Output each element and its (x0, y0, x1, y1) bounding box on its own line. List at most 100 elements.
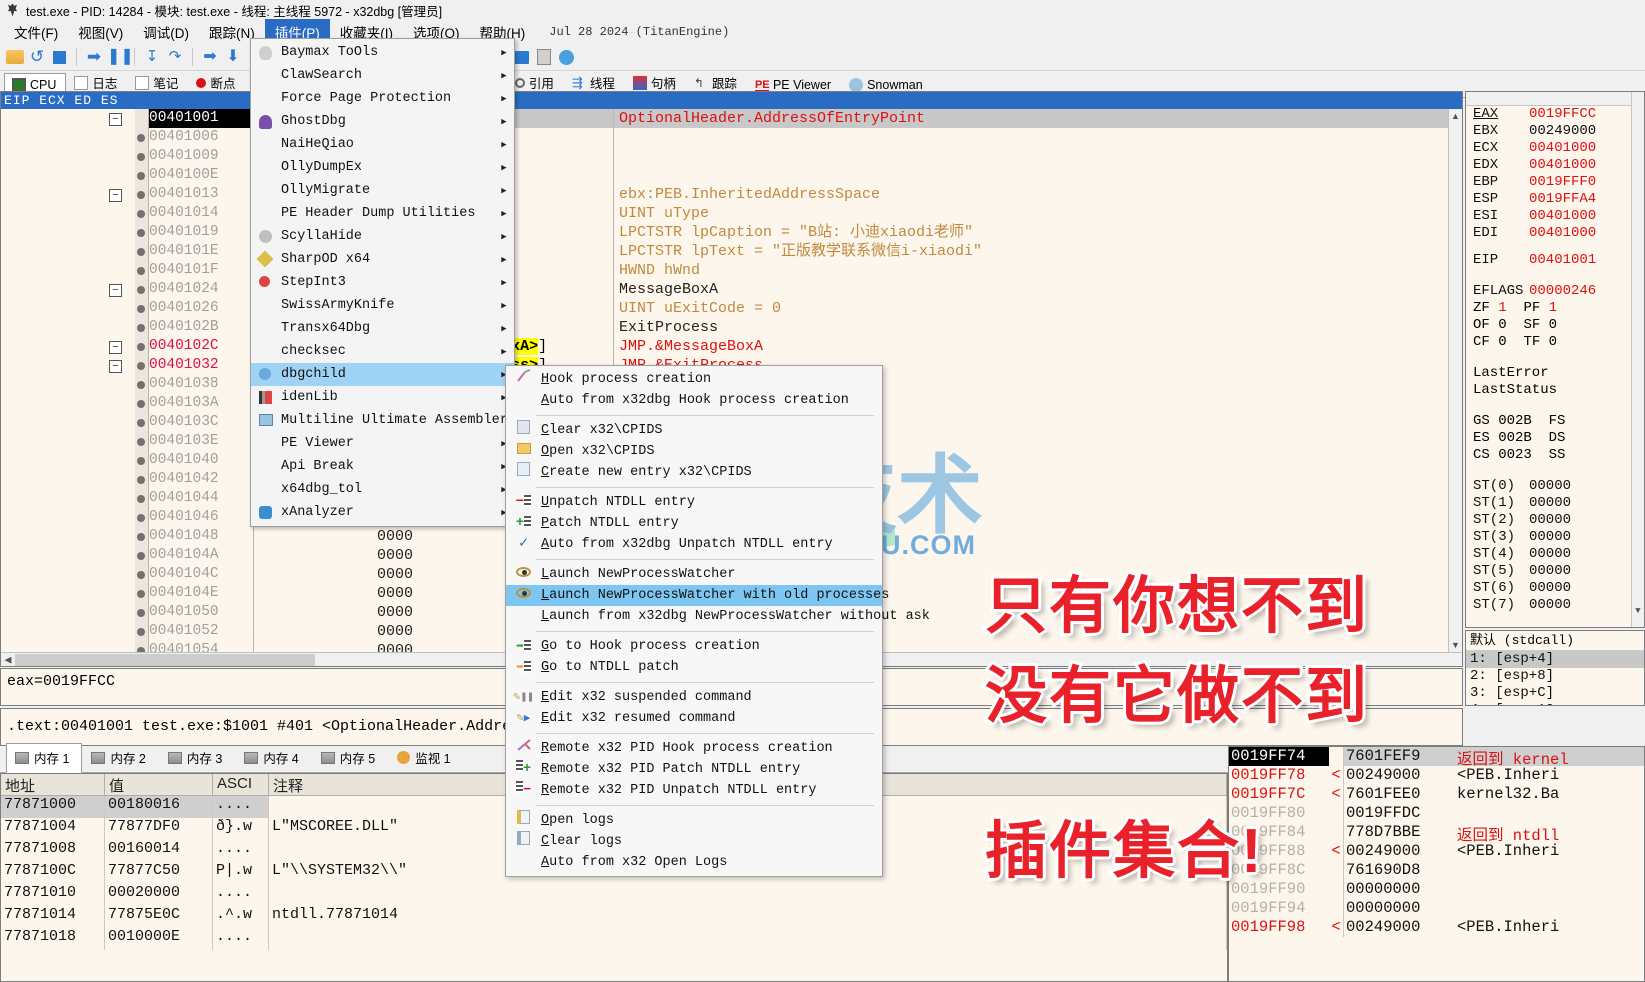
plugin-menu-item-pe-header-dump-utilities[interactable]: PE Header Dump Utilities ▶ (251, 202, 514, 225)
plugin-menu-item-clawsearch[interactable]: ClawSearch ▶ (251, 64, 514, 87)
register-value[interactable]: 0019FFCC (1529, 106, 1596, 122)
register-row[interactable]: EBX 00249000 (1466, 123, 1644, 140)
disassembly-breakpoint-dot[interactable] (135, 109, 148, 128)
open-icon[interactable] (6, 50, 24, 64)
disassembly-breakpoint-dot[interactable] (135, 223, 148, 242)
disassembly-address[interactable]: 0040101F (149, 261, 253, 280)
registers-panel[interactable]: EAX 0019FFCC EBX 00249000 ECX 00401000 EDX 0040… (1465, 91, 1645, 628)
dump-tab[interactable]: 内存 2 (82, 743, 158, 772)
disassembly-breakpoint-dot[interactable] (135, 622, 148, 641)
plugin-menu-item-naiheqiao[interactable]: NaiHeQiao ▶ (251, 133, 514, 156)
register-row[interactable]: EAX 0019FFCC (1466, 106, 1644, 123)
disassembly-breakpoint-dot[interactable] (135, 166, 148, 185)
stack-row[interactable]: 0019FF74 7601FEF9 返回到 kernel (1229, 747, 1644, 769)
register-row[interactable]: LastStatus (1466, 382, 1644, 399)
disassembly-address[interactable]: 00401032 (149, 356, 253, 375)
disassembly-address[interactable]: 0040100E (149, 166, 253, 185)
plugin-menu-item-force-page-protection[interactable]: Force Page Protection ▶ (251, 87, 514, 110)
stack-row[interactable]: 0019FF78 <00249000 <PEB.Inheri (1229, 766, 1644, 785)
register-value[interactable]: 00401001 (1529, 252, 1596, 268)
disassembly-address[interactable]: 0040104A (149, 546, 253, 565)
register-row[interactable]: EBP 0019FFF0 (1466, 174, 1644, 191)
disassembly-address[interactable]: 00401009 (149, 147, 253, 166)
call-argument-row[interactable]: 3: [esp+C] (1466, 685, 1644, 702)
fpu-register-value[interactable]: 00000 (1529, 563, 1571, 579)
disassembly-address[interactable]: 00401050 (149, 603, 253, 622)
register-row[interactable]: EIP 00401001 (1466, 252, 1644, 269)
dbgchild-menu-item-remote-x32-pid-unpatch-ntdll-entry[interactable]: − Remote x32 PID Unpatch NTDLL entry (506, 780, 882, 801)
disassembly-address[interactable]: 00401054 (149, 641, 253, 652)
register-row[interactable]: ST(2) 00000 (1466, 512, 1644, 529)
register-value[interactable]: 00401000 (1529, 140, 1596, 156)
disassembly-breakpoint-dot[interactable] (135, 318, 148, 337)
step-over-icon[interactable]: ↷ (165, 47, 185, 67)
dump-tab[interactable]: 内存 3 (159, 743, 235, 772)
disassembly-address[interactable]: 00401048 (149, 527, 253, 546)
fpu-register-value[interactable]: 00000 (1529, 495, 1571, 511)
memory-map-icon[interactable] (514, 50, 529, 64)
register-row[interactable]: CF 0 TF 0 (1466, 334, 1644, 351)
menu-view[interactable]: 视图(V) (68, 19, 133, 45)
register-value[interactable]: 00401000 (1529, 208, 1596, 224)
disassembly-breakpoint-dot[interactable] (135, 584, 148, 603)
call-argument-row[interactable]: 2: [esp+8] (1466, 668, 1644, 685)
disassembly-address[interactable]: 00401040 (149, 451, 253, 470)
plugin-menu-item-idenlib[interactable]: idenLib ▶ (251, 386, 514, 409)
register-row[interactable]: ST(3) 00000 (1466, 529, 1644, 546)
dump-tab[interactable]: 内存 5 (312, 743, 388, 772)
register-row[interactable]: ST(5) 00000 (1466, 563, 1644, 580)
dump-tab[interactable]: 监视 1 (388, 743, 463, 772)
flag-value[interactable]: 0 (1498, 334, 1506, 350)
plugin-menu-item-stepint3[interactable]: StepInt3 ▶ (251, 271, 514, 294)
execute-till-return-icon[interactable]: ➡ (200, 47, 220, 67)
register-row[interactable]: EFLAGS 00000246 (1466, 283, 1644, 300)
register-row[interactable]: ECX 00401000 (1466, 140, 1644, 157)
disassembly-address[interactable]: 00401019 (149, 223, 253, 242)
flag-value[interactable]: 1 (1549, 300, 1557, 316)
disassembly-vscrollbar[interactable]: ▲ ▼ (1448, 109, 1462, 652)
disassembly-breakpoint-dot[interactable] (135, 356, 148, 375)
plugin-menu-item-ghostdbg[interactable]: GhostDbg ▶ (251, 110, 514, 133)
dump-header-address[interactable]: 地址 (1, 774, 105, 795)
fold-minus-icon[interactable]: − (109, 284, 122, 297)
plugin-menu-item-api-break[interactable]: Api Break ▶ (251, 455, 514, 478)
stop-icon[interactable] (53, 50, 66, 64)
plugin-menu-item-sharpod-x64[interactable]: SharpOD x64 ▶ (251, 248, 514, 271)
dbgchild-menu-item-remote-x32-pid-hook-process-creation[interactable]: Remote x32 PID Hook process creation (506, 738, 882, 759)
calculator-icon[interactable] (537, 49, 551, 65)
register-row[interactable]: ST(1) 00000 (1466, 495, 1644, 512)
scroll-down-arrow[interactable]: ▼ (1635, 606, 1640, 616)
call-argument-row[interactable]: 1: [esp+4] (1466, 651, 1644, 668)
run-to-icon[interactable]: ⬇ (223, 47, 243, 67)
register-value[interactable]: 00401000 (1529, 225, 1596, 241)
flag-value[interactable]: 0 (1549, 334, 1557, 350)
dbgchild-menu-item-clear-x32-cpids[interactable]: Clear x32\CPIDS (506, 420, 882, 441)
fold-minus-icon[interactable]: − (109, 113, 122, 126)
dump-header-value[interactable]: 值 (105, 774, 213, 795)
disassembly-breakpoint-dot[interactable] (135, 413, 148, 432)
register-row[interactable]: OF 0 SF 0 (1466, 317, 1644, 334)
register-row[interactable]: GS 002B FS (1466, 413, 1644, 430)
plugin-menu-item-swissarmyknife[interactable]: SwissArmyKnife ▶ (251, 294, 514, 317)
pause-icon[interactable]: ❚❚ (107, 47, 134, 67)
dbgchild-submenu[interactable]: Hook process creation Auto from x32dbg Ho… (505, 365, 930, 877)
disassembly-address[interactable]: 00401038 (149, 375, 253, 394)
fpu-register-value[interactable]: 00000 (1529, 580, 1571, 596)
register-row[interactable]: ST(4) 00000 (1466, 546, 1644, 563)
dbgchild-menu-item-patch-ntdll-entry[interactable]: + Patch NTDLL entry (506, 513, 882, 534)
register-row[interactable]: LastError (1466, 365, 1644, 382)
plugin-menu-item-ollymigrate[interactable]: OllyMigrate ▶ (251, 179, 514, 202)
run-icon[interactable]: ➡ (84, 47, 104, 67)
dbgchild-menu-item-unpatch-ntdll-entry[interactable]: − Unpatch NTDLL entry (506, 492, 882, 513)
plugin-menu-item-transx64dbg[interactable]: Transx64Dbg ▶ (251, 317, 514, 340)
disassembly-address[interactable]: 0040102B (149, 318, 253, 337)
fpu-register-value[interactable]: 00000 (1529, 478, 1571, 494)
disassembly-breakpoint-dot[interactable] (135, 394, 148, 413)
disassembly-breakpoint-dot[interactable] (135, 185, 148, 204)
plugin-menu-item-multiline-ultimate-assembler[interactable]: Multiline Ultimate Assembler▶ (251, 409, 514, 432)
stack-row[interactable]: 0019FF8C 761690D8 (1229, 861, 1644, 880)
registers-vscrollbar[interactable]: ▼ (1631, 92, 1644, 627)
dbgchild-menu-item-launch-newprocesswatcher[interactable]: Launch NewProcessWatcher (506, 564, 882, 585)
fpu-register-value[interactable]: 00000 (1529, 529, 1571, 545)
plugin-menu-item-checksec[interactable]: checksec ▶ (251, 340, 514, 363)
